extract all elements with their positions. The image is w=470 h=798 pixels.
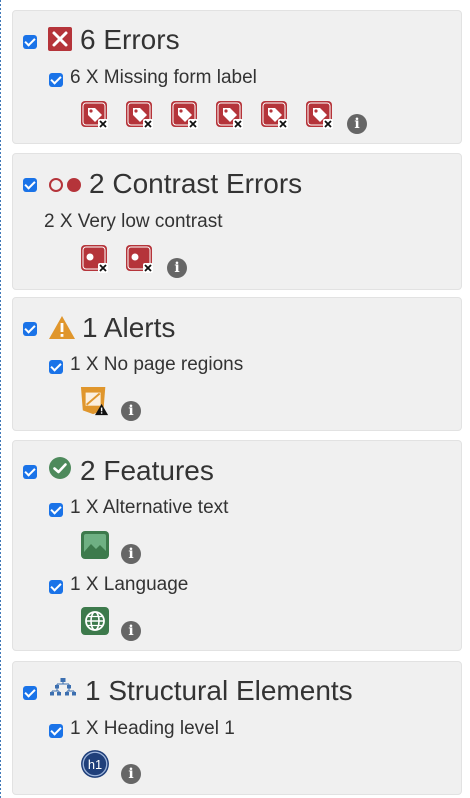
left-dotted-border	[0, 0, 1, 798]
features-checkbox[interactable]	[23, 465, 37, 479]
info-icon[interactable]: i	[347, 114, 367, 134]
alternative-text-text: 1 X Alternative text	[70, 497, 229, 518]
tag-error-icon[interactable]	[80, 100, 110, 130]
tag-error-icon[interactable]	[260, 100, 290, 130]
tag-error-icon[interactable]	[170, 100, 200, 130]
language-checkbox[interactable]	[49, 580, 63, 594]
warning-triangle-icon	[49, 316, 75, 339]
info-icon[interactable]: i	[121, 544, 141, 564]
no-page-regions-text: 1 X No page regions	[70, 354, 244, 375]
check-circle-icon	[49, 457, 71, 479]
sitemap-icon	[50, 678, 76, 696]
info-icon[interactable]: i	[121, 764, 141, 784]
image-icon[interactable]	[80, 530, 110, 560]
alerts-title: 1 Alerts	[82, 312, 176, 343]
contrast-checkbox[interactable]	[23, 178, 37, 192]
globe-icon[interactable]	[80, 606, 110, 636]
structure-title: 1 Structural Elements	[85, 675, 353, 706]
errors-checkbox[interactable]	[23, 35, 37, 49]
tag-error-icon[interactable]	[125, 100, 155, 130]
features-title: 2 Features	[80, 455, 214, 486]
contrast-title: 2 Contrast Errors	[89, 168, 303, 199]
missing-form-label-checkbox[interactable]	[49, 73, 63, 87]
alerts-checkbox[interactable]	[23, 322, 37, 336]
very-low-contrast-text: 2 X Very low contrast	[44, 211, 223, 232]
alternative-text-checkbox[interactable]	[49, 503, 63, 517]
tag-error-icon[interactable]	[215, 100, 245, 130]
contrast-circles-icon	[49, 178, 81, 192]
html5-alert-icon[interactable]	[80, 386, 110, 416]
missing-form-label-text: 6 X Missing form label	[70, 67, 257, 88]
error-x-icon	[48, 27, 72, 51]
errors-title: 6 Errors	[80, 24, 180, 55]
info-icon[interactable]: i	[167, 258, 187, 278]
h1-icon-text: h1	[88, 757, 102, 772]
heading-level-1-text: 1 X Heading level 1	[70, 718, 235, 739]
no-page-regions-checkbox[interactable]	[49, 360, 63, 374]
contrast-error-icon[interactable]	[125, 244, 155, 274]
tag-error-icon[interactable]	[305, 100, 335, 130]
language-text: 1 X Language	[70, 574, 189, 595]
info-icon[interactable]: i	[121, 621, 141, 641]
info-icon[interactable]: i	[121, 401, 141, 421]
h1-icon[interactable]: h1	[80, 749, 110, 779]
heading-level-1-checkbox[interactable]	[49, 724, 63, 738]
contrast-error-icon[interactable]	[80, 244, 110, 274]
structure-checkbox[interactable]	[23, 686, 37, 700]
